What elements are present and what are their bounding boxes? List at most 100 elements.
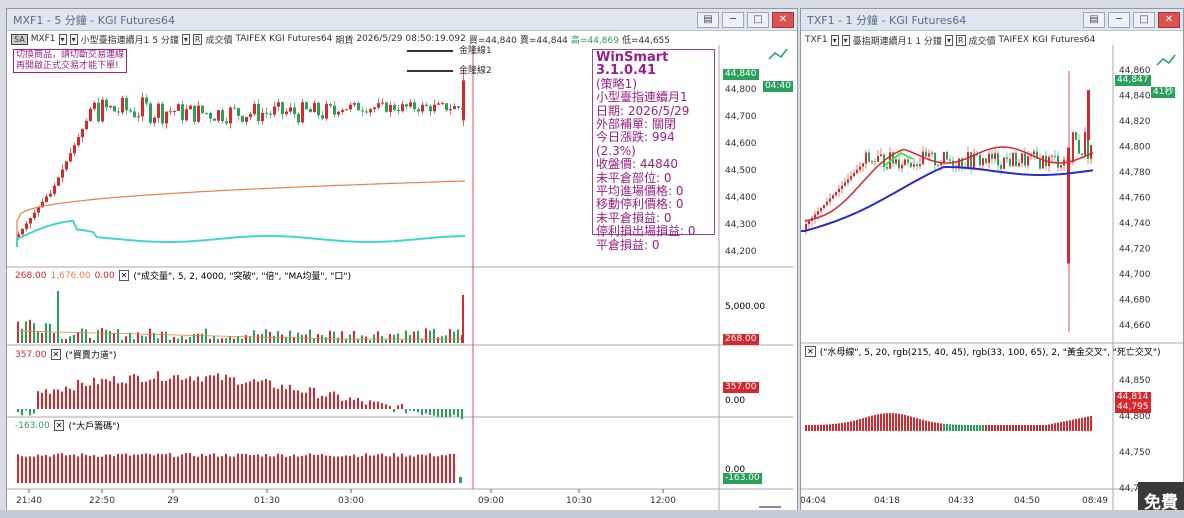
volume-bar (401, 339, 403, 343)
candle-body (105, 99, 108, 108)
big-close-icon[interactable]: ✕ (53, 420, 65, 431)
indicator-close-icon[interactable]: ✕ (805, 346, 816, 357)
close-icon[interactable]: ✕ (772, 11, 794, 28)
big-holder-bar (61, 453, 63, 483)
power-bar (425, 409, 427, 414)
volume-bar (109, 330, 111, 343)
big-holder-bar (321, 453, 323, 483)
right-candle-body (871, 161, 873, 163)
big-holder-bar (257, 454, 259, 483)
volume-bar (261, 333, 263, 343)
indicator-bar (952, 424, 954, 431)
right-candle-body (1081, 153, 1083, 155)
tile-icon[interactable]: ▤ (697, 11, 719, 28)
right-chart-window[interactable]: TXF1 - 1 分鐘 - KGI Futures64 ▤ ─ □ ✕ TXF1… (800, 8, 1184, 514)
power-bar (97, 384, 99, 409)
right-candle-body (841, 185, 843, 189)
legend-2: 金隆線2 (459, 63, 492, 76)
power-bar (101, 378, 103, 409)
big-value: -163.00 (15, 420, 50, 431)
right-chart-canvas[interactable]: 44,86044,84044,82044,80044,78044,76044,7… (801, 31, 1183, 514)
candle-body (261, 112, 264, 122)
indicator-bar (958, 424, 960, 431)
big-holder-bar (169, 453, 171, 483)
power-bar (61, 391, 63, 409)
power-bar (29, 409, 31, 416)
close-icon-right[interactable]: ✕ (1158, 11, 1180, 28)
power-close-icon[interactable]: ✕ (50, 349, 62, 360)
indicator-bar (1063, 421, 1065, 431)
candle-body (313, 102, 316, 113)
minimize-icon-right[interactable]: ─ (1108, 11, 1130, 28)
right-candle-body (940, 163, 942, 166)
indicator-bar (856, 419, 858, 431)
candle-body (81, 129, 84, 138)
left-time-tag: 04:40 (763, 81, 793, 92)
candle-body (241, 115, 244, 122)
maximize-icon[interactable]: □ (747, 11, 769, 28)
indicator-bar (1084, 417, 1086, 431)
power-bar (293, 390, 295, 409)
volume-bar (25, 321, 27, 343)
volume-bar (457, 329, 459, 343)
volume-bar (85, 329, 87, 343)
right-ma-blue-line (801, 166, 1094, 232)
big-holder-bar (441, 454, 443, 483)
right-candle-body (1054, 155, 1056, 157)
right-title-bar[interactable]: TXF1 - 1 分鐘 - KGI Futures64 ▤ ─ □ ✕ (801, 9, 1183, 31)
big-holder-bar (357, 456, 359, 483)
volume-bar (413, 331, 415, 343)
big-holder-bar (41, 455, 43, 483)
candle-body (421, 104, 424, 112)
power-bar (213, 375, 215, 409)
volume-bar (305, 334, 307, 343)
volume-bar (141, 335, 143, 343)
volume-bar (217, 339, 219, 343)
volume-bar (69, 336, 71, 343)
indicator-bar (835, 423, 837, 431)
minimize-icon[interactable]: ─ (722, 11, 744, 28)
power-bar (405, 409, 407, 414)
big-holder-bar (241, 453, 243, 483)
indicator-tag-2: 44,795 (1115, 402, 1151, 413)
volume-bar (441, 336, 443, 343)
candle-body (233, 107, 236, 109)
right-candle-body (1003, 157, 1005, 169)
right-candle-body (949, 159, 951, 161)
info-version: WinSmart 3.1.0.41 (596, 50, 669, 79)
candle-body (65, 161, 68, 170)
indicator-bar (988, 424, 990, 431)
volume-bar (289, 330, 291, 343)
indicator-bar (1066, 420, 1068, 431)
power-bar (461, 409, 463, 420)
candle-body (253, 104, 256, 115)
indicator-bar (808, 424, 810, 431)
power-bar (17, 409, 19, 413)
volume-bar (281, 334, 283, 343)
power-bar (421, 409, 423, 416)
indicator-bar (1075, 419, 1077, 431)
power-bar (33, 409, 35, 414)
volume-bar (125, 336, 127, 343)
indicator-bar (1030, 425, 1032, 431)
big-holder-bar (181, 454, 183, 483)
big-holder-bar (401, 453, 403, 483)
tile-icon-right[interactable]: ▤ (1083, 11, 1105, 28)
candle-body (209, 113, 212, 119)
volume-bar (301, 334, 303, 343)
volume-pane-label: 268.00 1,676.00 0.00 ✕ ("成交量", 5, 2, 400… (15, 269, 351, 282)
big-holder-bar (161, 454, 163, 483)
right-candle-body (988, 153, 990, 163)
volume-close-icon[interactable]: ✕ (118, 270, 130, 281)
left-title-bar[interactable]: MXF1 - 5 分鐘 - KGI Futures64 ▤ ─ □ ✕ (7, 9, 797, 31)
power-bar (121, 382, 123, 409)
candle-body (337, 111, 340, 115)
right-candle-body (910, 162, 912, 167)
left-chart-window[interactable]: MXF1 - 5 分鐘 - KGI Futures64 ▤ ─ □ ✕ SA M… (6, 8, 798, 514)
candle-body (273, 106, 276, 115)
maximize-icon-right[interactable]: □ (1133, 11, 1155, 28)
right-candle-body (838, 188, 840, 193)
big-holder-bar (249, 455, 251, 483)
candle-body (73, 145, 76, 154)
big-holder-bar (409, 455, 411, 483)
